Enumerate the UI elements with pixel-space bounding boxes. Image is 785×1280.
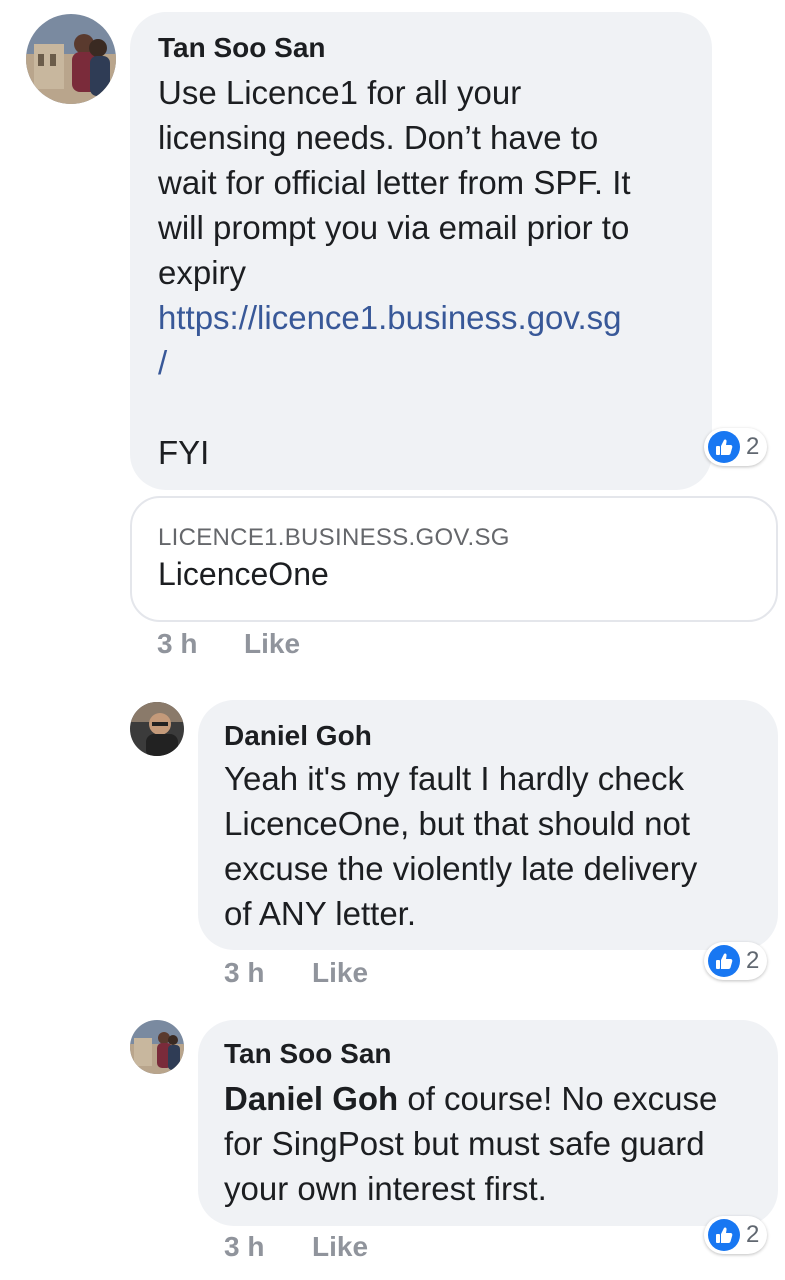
comment-bubble[interactable]: Daniel Goh Yeah it's my fault I hardly c… [198, 700, 778, 950]
reaction-count: 2 [746, 947, 760, 974]
link-preview-domain: LICENCE1.BUSINESS.GOV.SG [158, 524, 510, 551]
comment-link[interactable]: https://licence1.business.gov.sg / [158, 295, 698, 385]
comment-line: licensing needs. Don’t have to [158, 119, 599, 156]
reaction-badge[interactable]: 2 [704, 1216, 768, 1254]
comment-author[interactable]: Tan Soo San [224, 1036, 392, 1072]
comment-line: Use Licence1 for all your [158, 74, 522, 111]
comment-text: Yeah it's my fault I hardly check Licenc… [224, 756, 769, 936]
comment-line: will prompt you via email prior to [158, 209, 630, 246]
avatar[interactable] [130, 1020, 184, 1074]
comment-line: excuse the violently late delivery [224, 850, 698, 887]
comment-bubble[interactable]: Tan Soo San Daniel Goh of course! No exc… [198, 1020, 778, 1226]
comment-line: FYI [158, 434, 210, 471]
comment-line: for SingPost but must safe guard [224, 1125, 705, 1162]
reaction-count: 2 [746, 433, 760, 460]
comment-author[interactable]: Tan Soo San [158, 30, 326, 66]
comment-line: Yeah it's my fault I hardly check [224, 760, 684, 797]
comment-time[interactable]: 3 h [224, 957, 264, 989]
comment-link-line[interactable]: https://licence1.business.gov.sg [158, 295, 698, 340]
reaction-badge[interactable]: 2 [704, 942, 768, 980]
reaction-badge[interactable]: 2 [704, 428, 768, 466]
comment-author[interactable]: Daniel Goh [224, 718, 372, 754]
like-button[interactable]: Like [312, 957, 368, 989]
comment-line-text: of course! No excuse [398, 1080, 718, 1117]
comment-line: of ANY letter. [224, 895, 417, 932]
avatar[interactable] [130, 702, 184, 756]
like-icon [708, 1219, 740, 1251]
like-button[interactable]: Like [244, 628, 300, 660]
avatar[interactable] [26, 14, 116, 104]
like-icon [708, 431, 740, 463]
comment-time[interactable]: 3 h [224, 1231, 264, 1263]
comment-text: Use Licence1 for all your licensing need… [158, 70, 698, 475]
like-button[interactable]: Like [312, 1231, 368, 1263]
comment-line: your own interest first. [224, 1170, 547, 1207]
comment-line: LicenceOne, but that should not [224, 805, 690, 842]
comment-link-line[interactable]: / [158, 340, 698, 385]
comment-text: Daniel Goh of course! No excuse for Sing… [224, 1076, 769, 1211]
comment-line: expiry [158, 254, 247, 291]
comment-bubble[interactable]: Tan Soo San Use Licence1 for all your li… [130, 12, 712, 490]
like-icon [708, 945, 740, 977]
comment-time[interactable]: 3 h [157, 628, 197, 660]
link-preview-title: LicenceOne [158, 556, 329, 592]
comment-line: Daniel Goh of course! No excuse [224, 1076, 769, 1121]
comment-line: wait for official letter from SPF. It [158, 164, 631, 201]
link-preview-card[interactable]: LICENCE1.BUSINESS.GOV.SG LicenceOne [130, 496, 778, 622]
reaction-count: 2 [746, 1221, 760, 1248]
mention-link[interactable]: Daniel Goh [224, 1080, 398, 1117]
